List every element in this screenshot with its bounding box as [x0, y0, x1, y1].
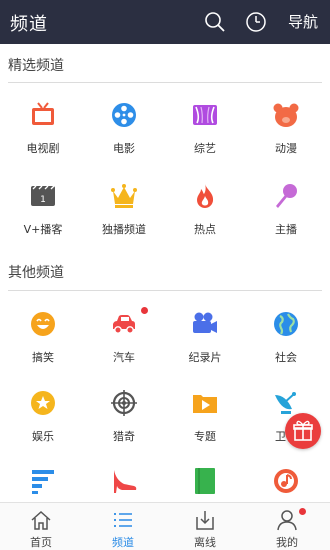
history-clock-icon[interactable]	[245, 11, 267, 33]
bottom-navigation: 首页 频道 离线 我的	[0, 502, 330, 550]
channel-item-movie[interactable]: 电影	[83, 101, 165, 171]
top-bar: 频道 导航	[0, 0, 330, 44]
channel-label: 电视剧	[26, 142, 60, 155]
camera-icon	[193, 312, 217, 333]
tab-label: 离线	[194, 536, 216, 549]
microphone-icon	[276, 184, 297, 208]
section-title-featured: 精选频道	[8, 58, 64, 74]
music-note-icon	[274, 469, 298, 493]
channel-label: 纪录片	[188, 351, 222, 364]
channel-label: 搞笑	[32, 351, 54, 364]
bear-icon	[273, 103, 299, 127]
crosshair-icon	[111, 390, 137, 416]
laughing-face-icon	[31, 312, 55, 336]
tab-channel[interactable]: 频道	[82, 503, 164, 550]
book-icon	[195, 468, 215, 494]
variety-curtain-icon	[193, 105, 217, 125]
channel-item-documentary[interactable]: 纪录片	[164, 310, 246, 380]
channel-label: 独播频道	[102, 223, 146, 236]
divider	[8, 82, 322, 83]
star-icon	[31, 391, 55, 415]
section-title-other: 其他频道	[8, 265, 64, 281]
crown-icon	[111, 184, 137, 208]
tab-label: 频道	[112, 536, 134, 549]
channel-label: 社会	[275, 351, 297, 364]
channel-item-hot[interactable]: 热点	[164, 182, 246, 252]
tab-home[interactable]: 首页	[0, 503, 82, 550]
channel-label: V+播客	[23, 223, 63, 236]
high-heel-icon	[114, 470, 137, 493]
channel-item-car[interactable]: 汽车	[83, 307, 165, 380]
flame-icon	[197, 184, 214, 208]
channel-label: 综艺	[194, 142, 216, 155]
download-icon	[196, 511, 214, 530]
svg-text:1: 1	[40, 195, 46, 205]
channel-item-vplus[interactable]: 1 V+播客	[2, 182, 84, 252]
channel-list-icon	[114, 513, 132, 527]
channel-item-exclusive[interactable]: 独播频道	[83, 182, 165, 252]
page-title: 频道	[10, 14, 48, 35]
gift-button[interactable]	[285, 413, 321, 449]
channel-label: 电影	[113, 142, 135, 155]
search-icon[interactable]	[204, 11, 226, 33]
channel-item-society[interactable]: 社会	[245, 310, 327, 380]
channel-item-tv-series[interactable]: 电视剧	[2, 101, 84, 171]
tab-label: 我的	[276, 536, 298, 549]
channel-item-host[interactable]: 主播	[245, 182, 327, 252]
channel-label: 动漫	[275, 142, 297, 155]
channel-item-entertainment[interactable]: 娱乐	[2, 389, 84, 459]
notification-dot	[141, 307, 148, 314]
globe-icon	[274, 312, 298, 336]
list-bars-icon	[32, 470, 54, 494]
channel-label: 汽车	[113, 351, 135, 364]
tab-label: 首页	[30, 536, 52, 549]
tv-icon	[32, 102, 54, 125]
channel-label: 热点	[194, 223, 216, 236]
channel-item-anime[interactable]: 动漫	[245, 101, 327, 171]
notification-dot	[299, 508, 306, 515]
user-icon	[277, 510, 297, 531]
channel-label: 主播	[275, 223, 297, 236]
channel-label: 猎奇	[113, 430, 135, 443]
divider	[8, 290, 322, 291]
tab-offline[interactable]: 离线	[164, 503, 246, 550]
nav-button[interactable]: 导航	[288, 11, 318, 32]
home-icon	[31, 510, 51, 530]
channel-label: 娱乐	[32, 430, 54, 443]
channel-item-special[interactable]: 专题	[164, 389, 246, 459]
tab-mine[interactable]: 我的	[246, 503, 328, 550]
vplus-clapper-icon: 1	[31, 185, 55, 206]
film-reel-icon	[112, 103, 136, 127]
channel-item-variety[interactable]: 综艺	[164, 101, 246, 171]
gift-icon	[293, 420, 313, 441]
channel-item-funny[interactable]: 搞笑	[2, 310, 84, 380]
channel-item-curious[interactable]: 猎奇	[83, 389, 165, 459]
car-icon	[113, 315, 135, 334]
folder-play-icon	[193, 395, 217, 413]
channel-label: 专题	[194, 430, 216, 443]
